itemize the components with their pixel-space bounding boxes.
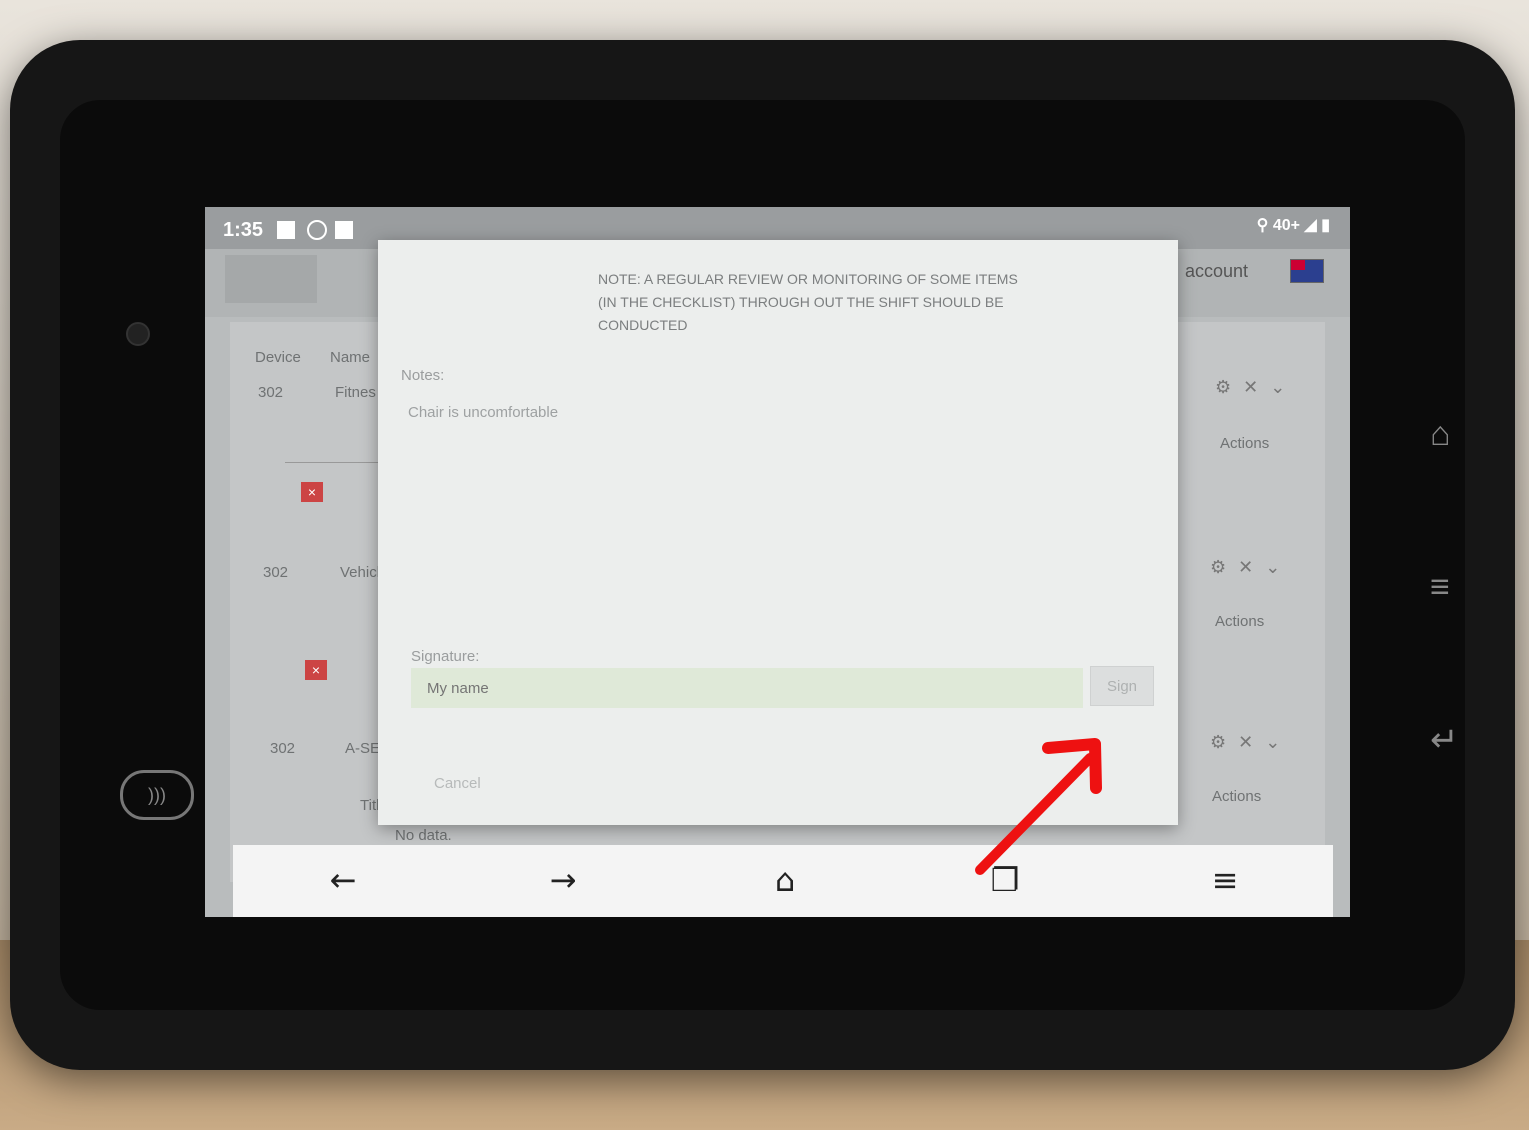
no-data-text: No data. xyxy=(395,827,452,844)
cancel-button[interactable]: Cancel xyxy=(428,774,487,793)
device-screen: 1:35 ⚲ 40+ ◢ ▮ account Device Name 302 F… xyxy=(205,207,1350,917)
sync-icon xyxy=(307,220,327,240)
menu-icon[interactable]: ≡ xyxy=(1195,855,1255,905)
actions-label: Actions xyxy=(1220,435,1270,452)
actions-label: Actions xyxy=(1215,613,1265,630)
notes-input[interactable]: Chair is uncomfortable xyxy=(398,398,1178,640)
review-note: NOTE: A REGULAR REVIEW OR MONITORING OF … xyxy=(598,271,1018,333)
hw-menu-icon: ≡ xyxy=(1430,568,1450,606)
actions-label: Actions xyxy=(1212,788,1262,805)
signature-label: Signature: xyxy=(411,648,480,665)
language-flag-icon[interactable] xyxy=(1290,259,1324,283)
row-action-icons[interactable]: ⚙✕⌄ xyxy=(1210,732,1292,753)
camera-icon xyxy=(126,322,150,346)
row-divider xyxy=(285,462,385,463)
network-indicator: ⚲ 40+ ◢ ▮ xyxy=(1257,215,1330,235)
signature-input[interactable] xyxy=(411,668,1083,708)
nfc-icon: ))) xyxy=(120,770,194,820)
forward-arrow-icon[interactable]: → xyxy=(533,855,593,905)
app-logo xyxy=(225,255,317,303)
back-arrow-icon[interactable]: ← xyxy=(313,855,373,905)
sign-button[interactable]: Sign xyxy=(1090,666,1154,706)
row-device: 302 xyxy=(258,384,284,401)
row-name: Vehicl xyxy=(340,564,381,581)
notification-icon xyxy=(277,221,295,239)
annotation-arrow-icon xyxy=(975,738,1102,875)
notes-label: Notes: xyxy=(401,367,445,384)
row-action-icons[interactable]: ⚙✕⌄ xyxy=(1215,377,1297,398)
row-device: 302 xyxy=(270,740,296,757)
location-icon: ⚲ xyxy=(1256,217,1269,234)
row-name: Fitnes xyxy=(335,384,376,401)
home-icon[interactable]: ⌂ xyxy=(755,855,815,905)
battery-icon: ▮ xyxy=(1321,217,1330,234)
column-header-device: Device xyxy=(255,349,301,366)
network-type: 40+ xyxy=(1272,217,1300,234)
row-device: 302 xyxy=(263,564,289,581)
signal-icon: ◢ xyxy=(1304,217,1317,234)
status-time: 1:35 xyxy=(223,219,264,241)
hw-home-icon: ⌂ xyxy=(1430,415,1451,453)
hw-back-icon: ↵ xyxy=(1430,721,1459,759)
row-action-icons[interactable]: ⚙✕⌄ xyxy=(1210,557,1292,578)
column-header-name: Name xyxy=(330,349,371,366)
delete-icon[interactable]: × xyxy=(301,482,323,502)
account-link[interactable]: account xyxy=(1185,261,1248,282)
browser-nav-bar: ← → ⌂ ❐ ≡ xyxy=(233,845,1333,917)
notification-icon xyxy=(335,221,353,239)
delete-icon[interactable]: × xyxy=(305,660,327,680)
